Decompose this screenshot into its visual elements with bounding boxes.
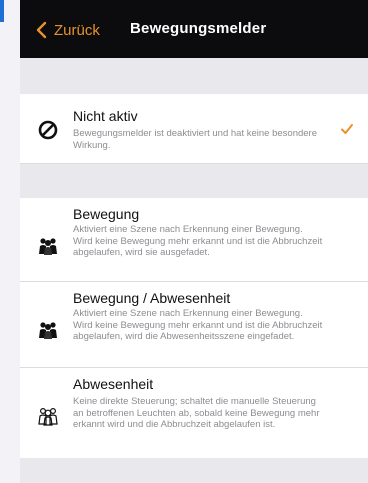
option-description: Aktiviert eine Szene nach Erkennung eine… <box>73 224 323 258</box>
section-spacer-top <box>20 58 368 94</box>
back-label: Zurück <box>54 21 100 39</box>
option-row-bewegung[interactable]: Bewegung Aktiviert eine Szene nach Erken… <box>20 198 368 282</box>
people-icon <box>39 322 57 339</box>
option-row-abwesenheit[interactable]: Abwesenheit Keine direkte Steuerung; sch… <box>20 368 368 458</box>
option-description: Keine direkte Steuerung; schaltet die ma… <box>73 396 320 430</box>
option-row-bewegung-abwesenheit[interactable]: Bewegung / Abwesenheit Aktiviert eine Sz… <box>20 282 368 368</box>
option-title: Abwesenheit <box>73 376 154 392</box>
page-title: Bewegungsmelder <box>130 20 267 37</box>
checkmark-icon <box>340 122 354 136</box>
section-spacer-bottom <box>20 458 368 483</box>
option-title: Bewegung <box>73 206 140 222</box>
option-title: Nicht aktiv <box>73 108 138 124</box>
people-outline-icon <box>38 407 58 426</box>
section-spacer-middle <box>20 164 368 198</box>
option-description: Aktiviert eine Szene nach Erkennung eine… <box>73 308 323 342</box>
chevron-left-icon <box>36 21 47 39</box>
option-row-nicht-aktiv[interactable]: Nicht aktiv Bewegungsmelder ist deaktivi… <box>20 94 368 164</box>
window-edge-indicator <box>0 0 4 22</box>
prohibited-icon <box>38 120 58 140</box>
navigation-bar: Zurück Bewegungsmelder <box>20 0 368 58</box>
option-description: Bewegungsmelder ist deaktiviert und hat … <box>73 128 317 151</box>
back-button[interactable]: Zurück <box>32 19 100 41</box>
option-title: Bewegung / Abwesenheit <box>73 290 231 306</box>
people-icon <box>39 238 57 255</box>
